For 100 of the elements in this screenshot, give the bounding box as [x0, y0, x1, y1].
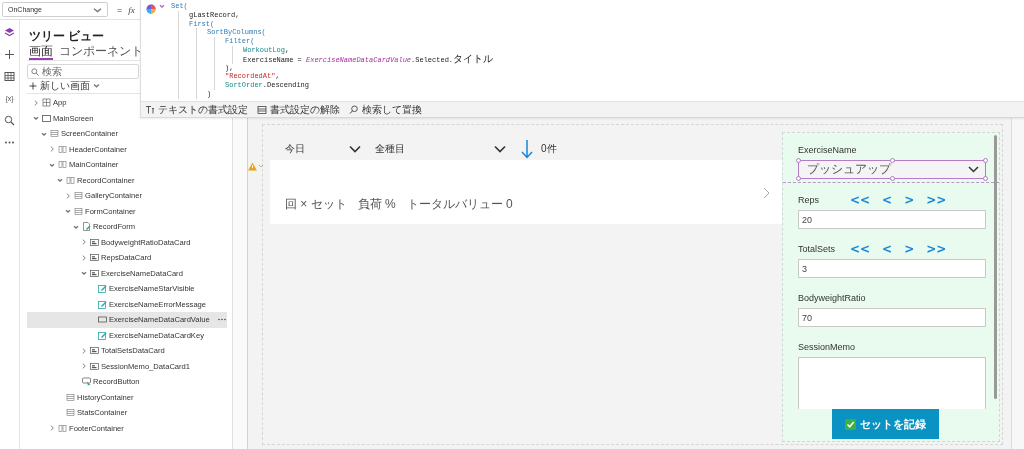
filter-dropdown[interactable]: 全種目	[375, 142, 506, 156]
field-label: Reps	[798, 194, 820, 206]
chevron-down-icon[interactable]	[48, 162, 55, 167]
field-label: ExerciseName	[798, 144, 857, 156]
data-card-icon	[90, 346, 99, 356]
chevron-down-icon[interactable]	[40, 131, 47, 136]
stepper-button[interactable]: <	[882, 193, 893, 207]
toolbar-button[interactable]: テキストの書式設定	[145, 102, 248, 117]
search-icon	[349, 104, 359, 115]
copilot-icon[interactable]	[146, 4, 156, 14]
selection-handle[interactable]	[983, 158, 988, 163]
field-label: BodyweightRatio	[798, 292, 866, 304]
selection-handle[interactable]	[796, 176, 801, 181]
more-icon[interactable]	[218, 318, 226, 321]
scrollbar[interactable]	[994, 135, 997, 399]
stepper-button[interactable]: >>	[926, 193, 947, 207]
format-text-icon	[145, 104, 155, 115]
gallery-item[interactable]: 回 × セット 負荷 % トータルバリュー 0	[270, 160, 782, 224]
stepper-button[interactable]: <	[882, 242, 893, 256]
selection-handle[interactable]	[983, 176, 988, 181]
chevron-right-icon[interactable]	[33, 99, 38, 106]
screen-icon	[42, 113, 51, 123]
record-button[interactable]: セットを記録	[831, 409, 939, 439]
chevron-down-icon	[968, 166, 979, 173]
dropdown-field[interactable]: プッシュアップ	[798, 160, 986, 179]
data-card-icon	[90, 268, 99, 278]
new-screen-button[interactable]: 新しい画面	[27, 79, 100, 92]
stepper-button[interactable]: <<	[850, 193, 871, 207]
selection-handle[interactable]	[890, 158, 895, 163]
record-count: 0件	[541, 142, 557, 156]
chevron-down-icon[interactable]	[72, 224, 79, 229]
edit-label-icon	[98, 299, 107, 309]
warning-icon[interactable]	[248, 162, 264, 171]
chevron-right-icon[interactable]	[65, 192, 70, 199]
chevron-down-icon	[93, 6, 102, 13]
clear-format-icon	[257, 104, 267, 115]
input-field[interactable]: 20	[798, 210, 986, 229]
chevron-down-icon[interactable]	[64, 209, 71, 214]
chevron-right-icon[interactable]	[81, 347, 86, 354]
selection-handle[interactable]	[796, 158, 801, 163]
horizontal-container-icon	[66, 175, 75, 185]
edit-label-icon	[98, 330, 107, 340]
plus-icon[interactable]	[4, 49, 15, 60]
vertical-container-icon	[74, 191, 83, 201]
vertical-container-icon	[74, 206, 83, 216]
form-icon	[82, 222, 91, 232]
chevron-right-icon[interactable]	[81, 239, 86, 246]
tab[interactable]: 画面	[29, 45, 53, 60]
chevron-down-icon	[93, 83, 100, 88]
chevron-down-icon	[349, 145, 361, 153]
table-icon[interactable]	[4, 71, 15, 82]
sort-arrow-down-icon[interactable]	[521, 139, 533, 159]
chevron-right-icon[interactable]	[49, 146, 54, 153]
vertical-container-icon	[50, 129, 59, 139]
check-icon	[844, 418, 856, 430]
summary-text: 負荷 %	[357, 196, 396, 213]
stepper-button[interactable]: >>	[926, 242, 947, 256]
chevron-down-icon[interactable]	[159, 4, 165, 8]
search-field[interactable]: 検索	[27, 64, 139, 79]
button-icon	[82, 377, 91, 387]
equals-sign: =	[117, 4, 123, 15]
vertical-container-icon	[66, 408, 75, 418]
app-icon	[42, 98, 51, 108]
horizontal-container-icon	[58, 160, 67, 170]
edit-label-icon	[98, 284, 107, 294]
memo-field[interactable]	[798, 357, 986, 409]
chevron-right-icon[interactable]	[81, 254, 86, 261]
chevron-right-icon[interactable]	[49, 425, 54, 432]
search-icon[interactable]	[4, 115, 15, 126]
fx-label: fx	[128, 4, 135, 15]
chevron-down-icon	[494, 145, 506, 153]
chevron-down-icon[interactable]	[32, 116, 39, 121]
chevron-down-icon[interactable]	[80, 271, 87, 276]
data-card-icon	[90, 253, 99, 263]
horizontal-container-icon	[58, 144, 67, 154]
horizontal-container-icon	[58, 423, 67, 433]
data-card-icon	[90, 361, 99, 371]
layers-icon[interactable]	[4, 27, 15, 38]
chevron-right-icon[interactable]	[81, 363, 86, 370]
field-label: TotalSets	[798, 243, 837, 255]
stepper-button[interactable]: >	[904, 193, 915, 207]
chevron-right-icon	[763, 187, 770, 199]
summary-text: 回 × セット	[285, 196, 347, 213]
summary-text: トータルバリュー 0	[406, 196, 513, 213]
tab[interactable]: コンポーネント	[59, 45, 143, 60]
input-field[interactable]: 70	[798, 308, 986, 327]
data-card-icon	[90, 237, 99, 247]
search-icon	[31, 68, 39, 76]
chevron-down-icon[interactable]	[56, 178, 63, 183]
plus-icon	[29, 81, 37, 90]
input-box-icon	[98, 315, 107, 325]
selection-handle[interactable]	[890, 176, 895, 181]
stepper-button[interactable]: >	[904, 242, 915, 256]
field-label: SessionMemo	[798, 341, 856, 353]
input-field[interactable]: 3	[798, 259, 986, 278]
toolbar-button[interactable]: 書式設定の解除	[257, 102, 340, 117]
vertical-container-icon	[66, 392, 75, 402]
toolbar-button[interactable]: 検索して置換	[349, 102, 422, 117]
stepper-button[interactable]: <<	[850, 242, 871, 256]
filter-dropdown[interactable]: 今日	[285, 142, 361, 156]
